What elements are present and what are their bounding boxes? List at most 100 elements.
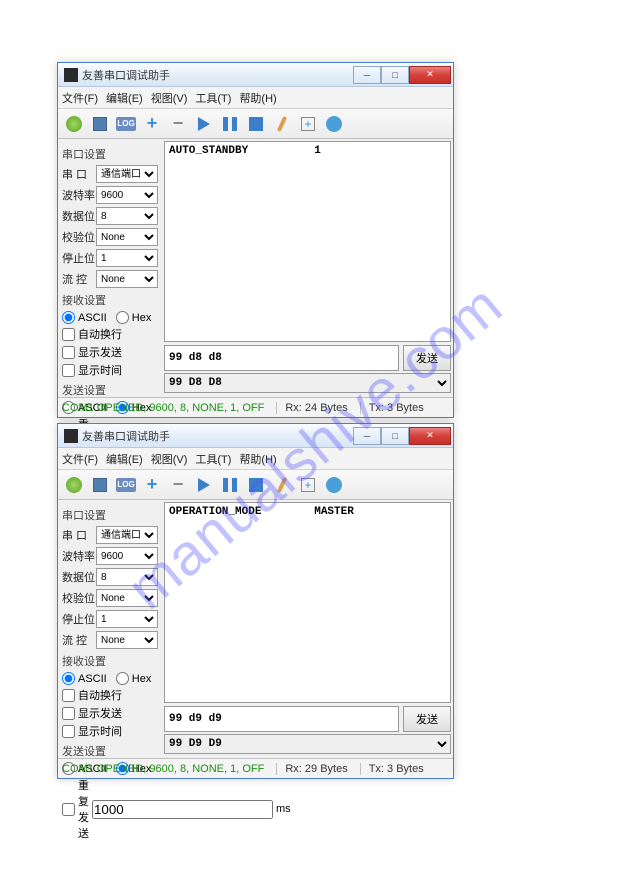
port-select[interactable]: 通信端口(C (96, 526, 158, 544)
addbox-button[interactable]: + (296, 473, 320, 497)
add-button[interactable]: + (140, 473, 164, 497)
connect-button[interactable] (62, 473, 86, 497)
history-select[interactable]: 99 D8 D8 (164, 373, 451, 393)
log-icon: LOG (116, 117, 136, 131)
showtime-check[interactable] (62, 725, 75, 738)
pause-button[interactable] (218, 473, 242, 497)
maximize-button[interactable]: □ (381, 66, 409, 84)
minus-icon: − (173, 474, 184, 495)
addbox-button[interactable]: + (296, 112, 320, 136)
stop-button[interactable] (244, 112, 268, 136)
flow-select[interactable]: None (96, 631, 158, 649)
menu-edit[interactable]: 编辑(E) (106, 90, 143, 106)
close-button[interactable]: ✕ (409, 66, 451, 84)
output-area[interactable]: OPERATION_MODE MASTER (164, 502, 451, 703)
autowrap-check[interactable] (62, 328, 75, 341)
send-button[interactable]: 发送 (403, 706, 451, 732)
baud-label: 波特率 (62, 187, 94, 203)
stop-select[interactable]: 1 (96, 610, 158, 628)
play-icon (198, 117, 210, 131)
flow-label: 流 控 (62, 632, 94, 648)
save-button[interactable] (88, 473, 112, 497)
menu-file[interactable]: 文件(F) (62, 90, 98, 106)
settings-button[interactable] (322, 112, 346, 136)
autowrap-label: 自动换行 (78, 687, 122, 703)
stop-select[interactable]: 1 (96, 249, 158, 267)
menu-view[interactable]: 视图(V) (151, 90, 188, 106)
menu-help[interactable]: 帮助(H) (239, 90, 276, 106)
io-panel: OPERATION_MODE MASTER 发送 99 D9 D9 (162, 500, 453, 758)
port-label: 串 口 (62, 166, 94, 182)
status-rx: Rx: 24 Bytes (276, 402, 347, 414)
stop-label: 停止位 (62, 611, 94, 627)
recv-hex-radio[interactable] (116, 311, 129, 324)
port-select[interactable]: 通信端口(C (96, 165, 158, 183)
recv-ascii-radio[interactable] (62, 311, 75, 324)
menu-view[interactable]: 视图(V) (151, 451, 188, 467)
autowrap-check[interactable] (62, 689, 75, 702)
menu-edit[interactable]: 编辑(E) (106, 451, 143, 467)
stop-icon (249, 117, 263, 131)
showtime-label: 显示时间 (78, 723, 122, 739)
autowrap-label: 自动换行 (78, 326, 122, 342)
titlebar[interactable]: 友善串口调试助手 ─ □ ✕ (58, 424, 453, 448)
titlebar[interactable]: 友善串口调试助手 ─ □ ✕ (58, 63, 453, 87)
menu-file[interactable]: 文件(F) (62, 451, 98, 467)
toolbar: LOG + − + (58, 109, 453, 139)
menu-tools[interactable]: 工具(T) (195, 451, 231, 467)
minimize-button[interactable]: ─ (353, 66, 381, 84)
send-input[interactable] (164, 345, 399, 371)
showsend-check[interactable] (62, 707, 75, 720)
menu-help[interactable]: 帮助(H) (239, 451, 276, 467)
data-label: 数据位 (62, 208, 94, 224)
history-select[interactable]: 99 D9 D9 (164, 734, 451, 754)
play-icon (198, 478, 210, 492)
log-button[interactable]: LOG (114, 112, 138, 136)
play-button[interactable] (192, 112, 216, 136)
minimize-button[interactable]: ─ (353, 427, 381, 445)
remove-button[interactable]: − (166, 112, 190, 136)
menubar: 文件(F) 编辑(E) 视图(V) 工具(T) 帮助(H) (58, 87, 453, 109)
stop-button[interactable] (244, 473, 268, 497)
save-icon (93, 478, 107, 492)
recv-hex-label: Hex (132, 673, 152, 685)
gear-icon (326, 116, 342, 132)
statusbar: COM1 OPENED, 9600, 8, NONE, 1, OFF Rx: 2… (58, 397, 453, 417)
repeat-input[interactable] (92, 800, 273, 819)
statusbar: COM1 OPENED, 9600, 8, NONE, 1, OFF Rx: 2… (58, 758, 453, 778)
settings-button[interactable] (322, 473, 346, 497)
recv-hex-radio[interactable] (116, 672, 129, 685)
showtime-check[interactable] (62, 364, 75, 377)
baud-select[interactable]: 9600 (96, 186, 158, 204)
menu-tools[interactable]: 工具(T) (195, 90, 231, 106)
data-select[interactable]: 8 (96, 207, 158, 225)
close-button[interactable]: ✕ (409, 427, 451, 445)
stop-label: 停止位 (62, 250, 94, 266)
remove-button[interactable]: − (166, 473, 190, 497)
log-button[interactable]: LOG (114, 473, 138, 497)
flow-select[interactable]: None (96, 270, 158, 288)
repeat-unit: ms (276, 803, 291, 815)
parity-select[interactable]: None (96, 589, 158, 607)
output-area[interactable]: AUTO_STANDBY 1 (164, 141, 451, 342)
play-button[interactable] (192, 473, 216, 497)
send-button[interactable]: 发送 (403, 345, 451, 371)
showsend-check[interactable] (62, 346, 75, 359)
add-button[interactable]: + (140, 112, 164, 136)
parity-select[interactable]: None (96, 228, 158, 246)
recv-ascii-radio[interactable] (62, 672, 75, 685)
connect-button[interactable] (62, 112, 86, 136)
data-select[interactable]: 8 (96, 568, 158, 586)
repeat-check[interactable] (62, 803, 75, 816)
save-button[interactable] (88, 112, 112, 136)
pause-button[interactable] (218, 112, 242, 136)
port-label: 串 口 (62, 527, 94, 543)
addbox-icon: + (301, 117, 315, 131)
baud-select[interactable]: 9600 (96, 547, 158, 565)
tools-button[interactable] (270, 112, 294, 136)
send-input[interactable] (164, 706, 399, 732)
tools-button[interactable] (270, 473, 294, 497)
maximize-button[interactable]: □ (381, 427, 409, 445)
window-title: 友善串口调试助手 (82, 67, 353, 83)
toolbar: LOG + − + (58, 470, 453, 500)
